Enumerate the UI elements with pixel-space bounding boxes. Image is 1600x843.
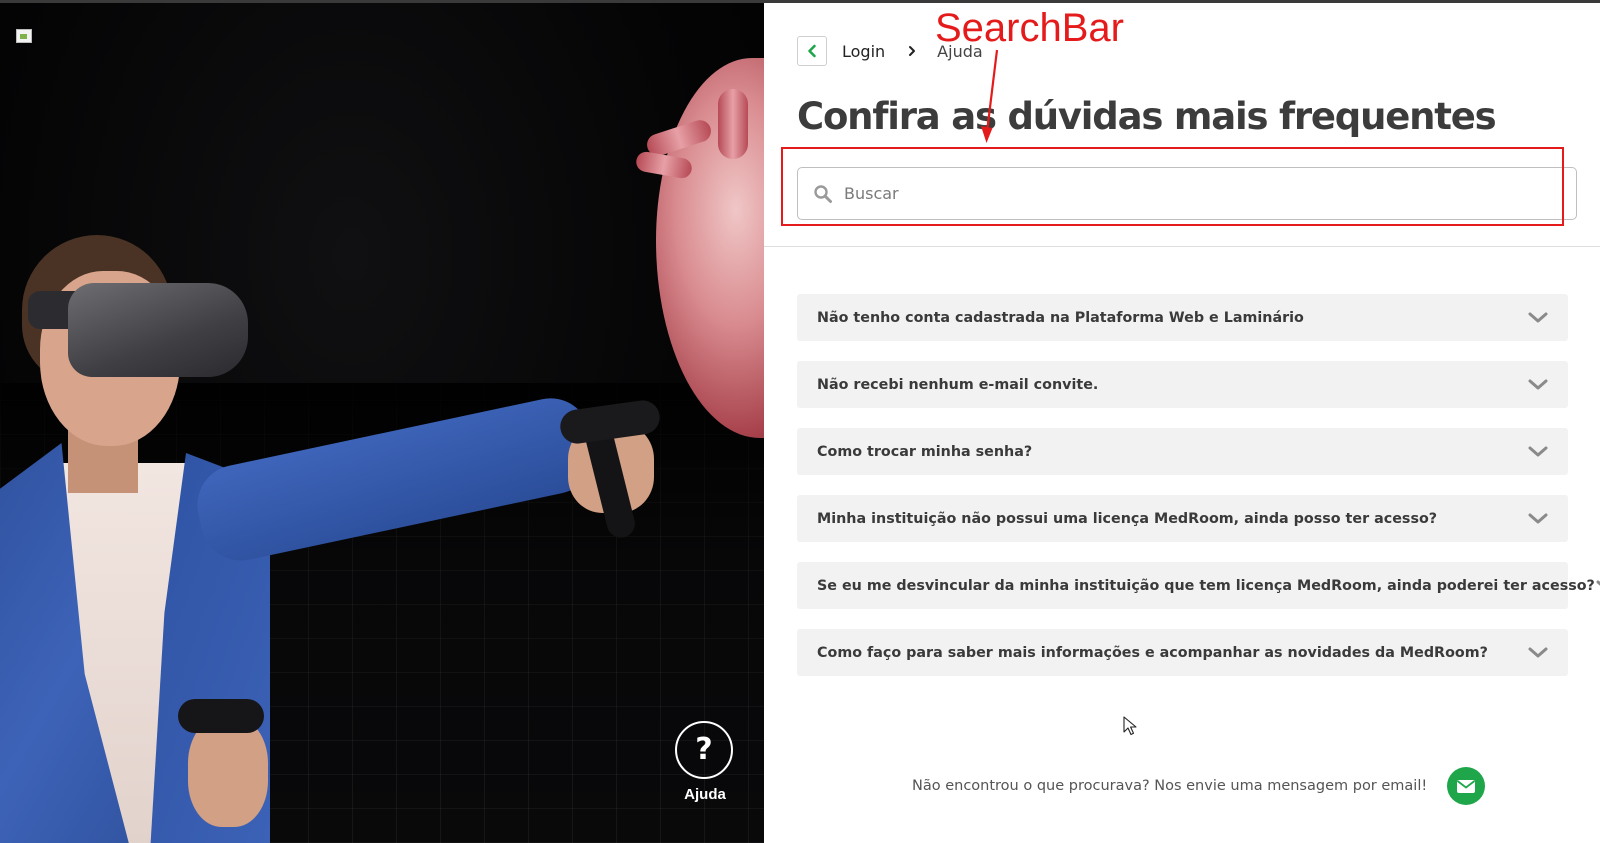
- faq-question[interactable]: Não recebi nenhum e-mail convite.: [817, 377, 1098, 393]
- faq-question[interactable]: Não tenho conta cadastrada na Plataforma…: [817, 310, 1304, 326]
- faq-question[interactable]: Como faço para saber mais informações e …: [817, 645, 1488, 661]
- faq-item[interactable]: Como trocar minha senha?: [797, 428, 1568, 475]
- annotation-highlight-box: [781, 147, 1564, 226]
- chevron-down-icon[interactable]: [1526, 377, 1550, 393]
- faq-item[interactable]: Não recebi nenhum e-mail convite.: [797, 361, 1568, 408]
- mouse-cursor-icon: [1123, 716, 1137, 736]
- contact-footer: Não encontrou o que procurava? Nos envie…: [912, 767, 1486, 805]
- faq-list: Não tenho conta cadastrada na Plataforma…: [797, 294, 1600, 696]
- contact-text: Não encontrou o que procurava? Nos envie…: [912, 778, 1428, 794]
- chevron-left-icon: [808, 44, 816, 58]
- email-button[interactable]: [1447, 767, 1486, 805]
- hero-person-hand: [188, 717, 268, 827]
- mail-icon: [1457, 779, 1476, 793]
- chevron-down-icon[interactable]: [1526, 444, 1550, 460]
- vr-headset: [68, 283, 248, 377]
- help-button[interactable]: ? Ajuda: [675, 721, 735, 803]
- breadcrumb-login-link[interactable]: Login: [842, 42, 885, 61]
- annotation-label: SearchBar: [935, 6, 1124, 50]
- faq-item[interactable]: Se eu me desvincular da minha instituiçã…: [797, 562, 1600, 609]
- faq-question[interactable]: Se eu me desvincular da minha instituiçã…: [817, 578, 1595, 594]
- faq-panel: Login Ajuda Confira as dúvidas mais freq…: [764, 3, 1600, 843]
- chevron-right-icon: [907, 45, 917, 57]
- chevron-down-icon[interactable]: [1526, 511, 1550, 527]
- chevron-down-icon[interactable]: [1526, 310, 1550, 326]
- chevron-down-icon[interactable]: [1595, 578, 1600, 594]
- question-icon[interactable]: ?: [675, 721, 733, 779]
- faq-question[interactable]: Minha instituição não possui uma licença…: [817, 511, 1437, 527]
- chevron-down-icon[interactable]: [1526, 645, 1550, 661]
- back-button[interactable]: [797, 36, 827, 66]
- vr-controller: [178, 699, 264, 733]
- faq-item[interactable]: Não tenho conta cadastrada na Plataforma…: [797, 294, 1568, 341]
- hero-heart-vessel: [718, 89, 748, 159]
- broken-image-icon: [16, 29, 32, 43]
- annotation-arrow-icon: [981, 49, 999, 143]
- faq-item[interactable]: Como faço para saber mais informações e …: [797, 629, 1568, 676]
- help-label[interactable]: Ajuda: [675, 786, 735, 803]
- faq-question[interactable]: Como trocar minha senha?: [817, 444, 1032, 460]
- hero-image: ? Ajuda: [0, 3, 780, 843]
- faq-item[interactable]: Minha instituição não possui uma licença…: [797, 495, 1568, 542]
- page-title: Confira as dúvidas mais frequentes: [797, 95, 1497, 138]
- section-divider: [764, 246, 1600, 247]
